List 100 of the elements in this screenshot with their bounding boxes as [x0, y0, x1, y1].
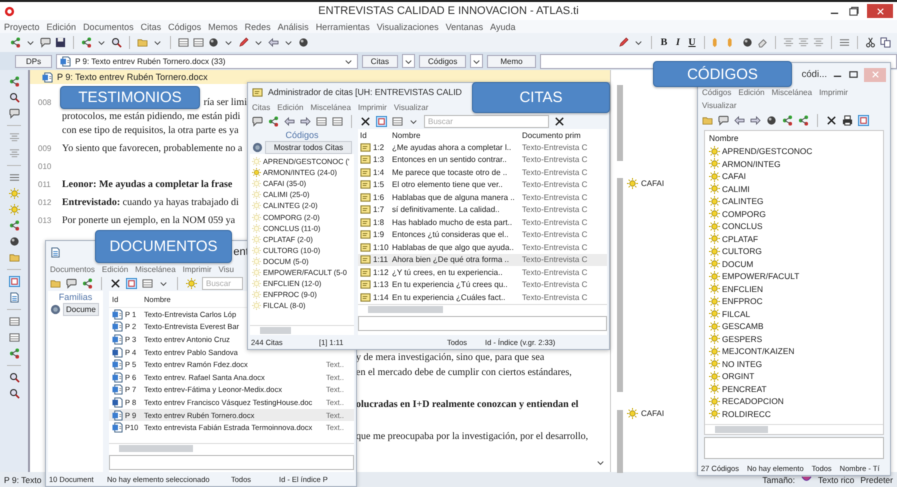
menu-item[interactable]: Imprimir: [182, 264, 212, 274]
table-icon[interactable]: [316, 116, 327, 126]
menu-item[interactable]: Edición: [46, 22, 76, 32]
pencil-icon[interactable]: [618, 37, 629, 48]
code-item[interactable]: COMPORG: [705, 208, 883, 220]
documents-button[interactable]: DPs: [15, 54, 52, 68]
menu-item[interactable]: Visualizaciones: [376, 22, 439, 32]
search-icon[interactable]: [8, 372, 20, 383]
sphere-icon[interactable]: [766, 114, 777, 126]
code-item[interactable]: CALINTEG: [705, 195, 883, 208]
code-item[interactable]: DOCUM: [705, 258, 883, 270]
sphere-icon[interactable]: [8, 236, 20, 247]
code-item[interactable]: CALIMI: [705, 182, 883, 195]
menu-item[interactable]: Edición: [277, 102, 304, 112]
folder-icon[interactable]: [137, 37, 148, 48]
quotation-row[interactable]: 1:13 En tu experiencia ¿Tú crees qu.. Texto-Entrevista C: [358, 278, 607, 291]
quotation-row[interactable]: 1:7 sí definitivamente. La calidad.. Texto-Entrevista C: [358, 204, 607, 216]
code-item[interactable]: CONCLUS: [705, 220, 883, 232]
code-item[interactable]: ORGINT: [705, 370, 883, 382]
code-item[interactable]: FILCAL: [705, 308, 883, 320]
quotation-row[interactable]: 1:10 Hablabas de que algo que ayuda.. Texto-Entrevista C: [358, 241, 607, 254]
menu-item[interactable]: Códigos: [702, 88, 732, 97]
list-icon[interactable]: [8, 172, 20, 183]
memo-button[interactable]: Memo: [487, 54, 536, 68]
table-icon[interactable]: [332, 116, 343, 126]
table-icon[interactable]: [392, 116, 403, 126]
quotation-row[interactable]: 1:8 Has hablado mucho de esta part.. Texto-Entrevista C: [358, 216, 607, 228]
code-item[interactable]: ROLDIRECC: [705, 408, 883, 420]
table-icon[interactable]: [8, 316, 20, 327]
sun-icon[interactable]: [8, 188, 20, 199]
arrow-left-icon[interactable]: [734, 114, 745, 126]
panel-icon[interactable]: [858, 114, 869, 126]
quotation-row[interactable]: 1:12 ¿Y tú crees, en tu experiencia.. Texto-Entrevista C: [358, 266, 607, 278]
code-item[interactable]: GESPERS: [705, 332, 883, 345]
list-icon[interactable]: [839, 37, 850, 48]
save-icon[interactable]: [55, 37, 66, 48]
close-button[interactable]: [867, 4, 893, 18]
quotation-row[interactable]: 1:6 Hablabas que de alguna manera .. Texto-Entrevista C: [358, 191, 607, 204]
horizontal-scrollbar[interactable]: [358, 304, 607, 314]
arrow-left-icon[interactable]: [268, 37, 279, 48]
panel-icon[interactable]: [126, 278, 137, 288]
quotation-row[interactable]: 1:2 ¿Me ayudas ahora a completar l.. Texto-Entrevista C: [358, 141, 607, 154]
network-icon[interactable]: [798, 114, 809, 126]
menu-item[interactable]: Ayuda: [490, 22, 516, 32]
code-item[interactable]: CPLATAF: [705, 232, 883, 245]
delete-icon[interactable]: [826, 114, 837, 126]
sphere-icon[interactable]: [742, 37, 753, 48]
sun-icon[interactable]: [186, 278, 197, 288]
quotation-row[interactable]: 1:5 El otro elemento tiene que ver.. Texto-Entrevista C: [358, 178, 607, 191]
code-tag[interactable]: CAFAI: [641, 409, 664, 418]
code-item[interactable]: ENFPROC: [705, 295, 883, 308]
menu-item[interactable]: Edición: [102, 264, 128, 274]
code-item[interactable]: EMPOWER/FACULT: [705, 270, 883, 282]
column-header[interactable]: Nombre: [392, 130, 522, 140]
speech-bubble-icon[interactable]: [252, 116, 263, 126]
table-icon[interactable]: [178, 37, 189, 48]
format-button[interactable]: B: [659, 37, 669, 48]
code-item[interactable]: APREND/GESTCONOC: [705, 145, 883, 158]
menu-item[interactable]: Visualizar: [702, 101, 737, 110]
menu-item[interactable]: Documentos: [50, 264, 95, 274]
menu-item[interactable]: Miscelánea: [310, 102, 351, 112]
menu-item[interactable]: Citas: [140, 22, 162, 32]
quotation-row[interactable]: 1:3 Entonces en un sentido contrar.. Texto-Entrevista C: [358, 154, 607, 166]
group-icon[interactable]: [50, 304, 61, 315]
menu-item[interactable]: Visualizar: [394, 102, 428, 112]
quotation-row[interactable]: 1:9 Entonces ¿tú consideras que el.. Texto-Entrevista C: [358, 228, 607, 241]
menu-item[interactable]: Visu: [218, 264, 234, 274]
network-icon[interactable]: [82, 278, 93, 288]
restore-icon[interactable]: [848, 6, 859, 16]
delete-icon[interactable]: [110, 278, 121, 288]
code-item[interactable]: CULTORG: [705, 245, 883, 258]
network-icon[interactable]: [8, 76, 20, 87]
speech-bubble-icon[interactable]: [40, 37, 51, 48]
panel-icon[interactable]: [376, 116, 387, 126]
folder-icon[interactable]: [702, 114, 713, 126]
menu-item[interactable]: Herramientas: [316, 22, 370, 32]
dropdown-button[interactable]: [402, 54, 416, 68]
code-tag[interactable]: CAFAI: [641, 179, 664, 188]
code-item[interactable]: MEJCONT/KAIZEN: [705, 345, 883, 358]
folder-icon[interactable]: [8, 252, 20, 263]
family-button[interactable]: Docume: [63, 303, 99, 316]
network-icon[interactable]: [8, 220, 20, 231]
horizontal-scrollbar[interactable]: [250, 325, 354, 335]
maximize-icon[interactable]: [848, 69, 859, 80]
code-item[interactable]: NO INTEG: [705, 358, 883, 370]
comment-field[interactable]: [109, 455, 354, 470]
network-icon[interactable]: [10, 37, 21, 48]
search-icon[interactable]: [8, 388, 20, 399]
menu-item[interactable]: Proyecto: [4, 22, 40, 32]
menu-item[interactable]: Memos: [208, 22, 238, 32]
arrow-right-icon[interactable]: [300, 116, 311, 126]
quotation-row[interactable]: 1:4 Me parece que tocaste otro de .. Texto-Entrevista C: [358, 166, 607, 178]
column-header[interactable]: Nombre: [705, 131, 883, 145]
document-dropdown[interactable]: P 9: Texto entrev Rubén Tornero.docx (33): [56, 54, 358, 68]
code-item[interactable]: GESCAMB: [705, 320, 883, 332]
format-button[interactable]: I: [673, 37, 683, 48]
search-icon[interactable]: [111, 37, 122, 48]
network-icon[interactable]: [81, 37, 92, 48]
menu-item[interactable]: Ventanas: [446, 22, 484, 32]
comment-field[interactable]: [704, 437, 884, 459]
